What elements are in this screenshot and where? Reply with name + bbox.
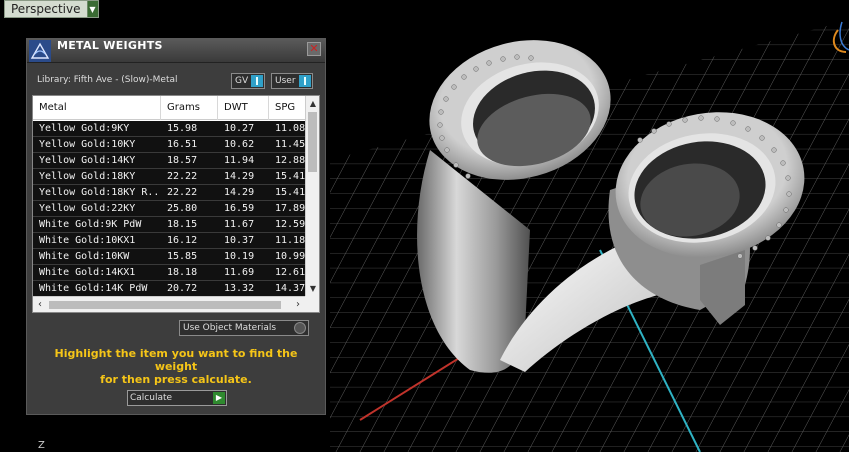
instruction-text: Highlight the item you want to find the … <box>35 347 317 386</box>
spg-cell: 12.61 <box>275 267 305 278</box>
grams-cell: 15.85 <box>167 251 198 262</box>
metal-cell: Yellow Gold:14KY <box>39 155 136 166</box>
table-row[interactable]: White Gold:9K PdW 18.15 11.67 12.59 <box>33 217 305 233</box>
grams-cell: 18.18 <box>167 267 198 278</box>
scroll-right-icon[interactable]: › <box>291 297 305 312</box>
instruction-line-2: for then press calculate. <box>100 373 252 386</box>
column-header-metal[interactable]: Metal <box>33 96 161 120</box>
metal-cell: White Gold:14KX1 <box>39 267 136 278</box>
dwt-cell: 11.69 <box>224 267 255 278</box>
table-row[interactable]: White Gold:10KX1 16.12 10.37 11.18 <box>33 233 305 249</box>
metal-weights-panel: METAL WEIGHTS ✕ Library: Fifth Ave - (Sl… <box>26 38 326 415</box>
spg-cell: 15.41 <box>275 187 305 198</box>
table-row[interactable]: Yellow Gold:22KY 25.80 16.59 17.89 <box>33 201 305 217</box>
table-row[interactable]: White Gold:10KW 15.85 10.19 10.99 <box>33 249 305 265</box>
spg-cell: 12.88 <box>275 155 305 166</box>
vertical-scrollbar[interactable]: ▲ ▼ <box>305 96 319 297</box>
view-dropdown-arrow-icon[interactable]: ▼ <box>86 1 98 17</box>
use-object-materials-toggle[interactable]: Use Object Materials <box>179 320 309 336</box>
table-row[interactable]: White Gold:14K PdW 20.72 13.32 14.37 <box>33 281 305 297</box>
horizontal-scroll-thumb[interactable] <box>49 301 281 309</box>
metal-cell: Yellow Gold:18KY R... <box>39 187 161 198</box>
metal-cell: Yellow Gold:18KY <box>39 171 136 182</box>
grams-cell: 18.15 <box>167 219 198 230</box>
grams-cell: 18.57 <box>167 155 198 166</box>
panel-header[interactable]: METAL WEIGHTS ✕ <box>27 39 325 63</box>
user-toggle-label: User <box>275 76 296 86</box>
dwt-cell: 10.19 <box>224 251 255 262</box>
scroll-up-icon[interactable]: ▲ <box>306 98 319 110</box>
spg-cell: 10.99 <box>275 251 305 262</box>
spg-cell: 14.37 <box>275 283 305 294</box>
table-body: Yellow Gold:9KY 15.98 10.27 11.08 Yellow Gol… <box>33 121 305 297</box>
metal-cell: White Gold:9K PdW <box>39 219 142 230</box>
dwt-cell: 14.29 <box>224 171 255 182</box>
horizontal-scrollbar[interactable]: ‹ › <box>33 296 305 312</box>
grams-cell: 16.51 <box>167 139 198 150</box>
spg-cell: 15.41 <box>275 171 305 182</box>
table-row[interactable]: Yellow Gold:18KY 22.22 14.29 15.41 <box>33 169 305 185</box>
dwt-cell: 13.32 <box>224 283 255 294</box>
dwt-cell: 11.67 <box>224 219 255 230</box>
dwt-cell: 11.94 <box>224 155 255 166</box>
column-header-spg[interactable]: SPG <box>269 96 305 120</box>
metal-cell: White Gold:10KW <box>39 251 130 262</box>
column-header-grams[interactable]: Grams <box>161 96 218 120</box>
grams-cell: 16.12 <box>167 235 198 246</box>
calculate-label: Calculate <box>130 393 173 403</box>
axis-z-label: Z <box>38 440 45 451</box>
table-row[interactable]: Yellow Gold:10KY 16.51 10.62 11.45 <box>33 137 305 153</box>
play-arrow-icon[interactable]: ▶ <box>213 392 225 404</box>
viewport-view-label: Perspective <box>11 2 81 16</box>
user-toggle-indicator-icon <box>298 75 311 87</box>
spg-cell: 11.45 <box>275 139 305 150</box>
table-row[interactable]: White Gold:14KX1 18.18 11.69 12.61 <box>33 265 305 281</box>
instruction-line-1: Highlight the item you want to find the … <box>54 347 298 373</box>
table-row[interactable]: Yellow Gold:18KY R... 22.22 14.29 15.41 <box>33 185 305 201</box>
user-toggle[interactable]: User <box>271 73 313 89</box>
gv-toggle-indicator-icon <box>251 75 264 87</box>
scroll-corner <box>305 296 319 312</box>
table-row[interactable]: Yellow Gold:14KY 18.57 11.94 12.88 <box>33 153 305 169</box>
column-header-dwt[interactable]: DWT <box>218 96 269 120</box>
grams-cell: 22.22 <box>167 187 198 198</box>
grams-cell: 20.72 <box>167 283 198 294</box>
metal-cell: White Gold:10KX1 <box>39 235 136 246</box>
vertical-scroll-thumb[interactable] <box>308 112 317 172</box>
panel-logo-icon <box>29 40 51 62</box>
dwt-cell: 14.29 <box>224 187 255 198</box>
scroll-down-icon[interactable]: ▼ <box>306 283 319 295</box>
spg-cell: 11.08 <box>275 123 305 134</box>
dwt-cell: 16.59 <box>224 203 255 214</box>
spg-cell: 11.18 <box>275 235 305 246</box>
dwt-cell: 10.37 <box>224 235 255 246</box>
grams-cell: 15.98 <box>167 123 198 134</box>
metal-cell: Yellow Gold:10KY <box>39 139 136 150</box>
panel-title: METAL WEIGHTS <box>57 39 163 52</box>
dwt-cell: 10.62 <box>224 139 255 150</box>
dwt-cell: 10.27 <box>224 123 255 134</box>
library-label: Library: Fifth Ave - (Slow)-Metal <box>37 75 178 85</box>
use-object-materials-radio-icon[interactable] <box>294 322 306 334</box>
use-object-materials-label: Use Object Materials <box>183 323 277 333</box>
gv-toggle-label: GV <box>235 76 249 86</box>
grams-cell: 25.80 <box>167 203 198 214</box>
spg-cell: 12.59 <box>275 219 305 230</box>
table-header: Metal Grams DWT SPG <box>33 96 305 120</box>
grams-cell: 22.22 <box>167 171 198 182</box>
viewport-view-tab[interactable]: Perspective ▼ <box>4 0 99 18</box>
metal-cell: White Gold:14K PdW <box>39 283 148 294</box>
metal-cell: Yellow Gold:22KY <box>39 203 136 214</box>
gv-toggle[interactable]: GV <box>231 73 266 89</box>
calculate-button[interactable]: Calculate ▶ <box>127 390 227 406</box>
metal-table[interactable]: Metal Grams DWT SPG Yellow Gold:9KY 15.98… <box>32 95 320 313</box>
metal-cell: Yellow Gold:9KY <box>39 123 130 134</box>
spg-cell: 17.89 <box>275 203 305 214</box>
close-icon[interactable]: ✕ <box>307 42 321 56</box>
scroll-left-icon[interactable]: ‹ <box>33 297 47 312</box>
table-row[interactable]: Yellow Gold:9KY 15.98 10.27 11.08 <box>33 121 305 137</box>
